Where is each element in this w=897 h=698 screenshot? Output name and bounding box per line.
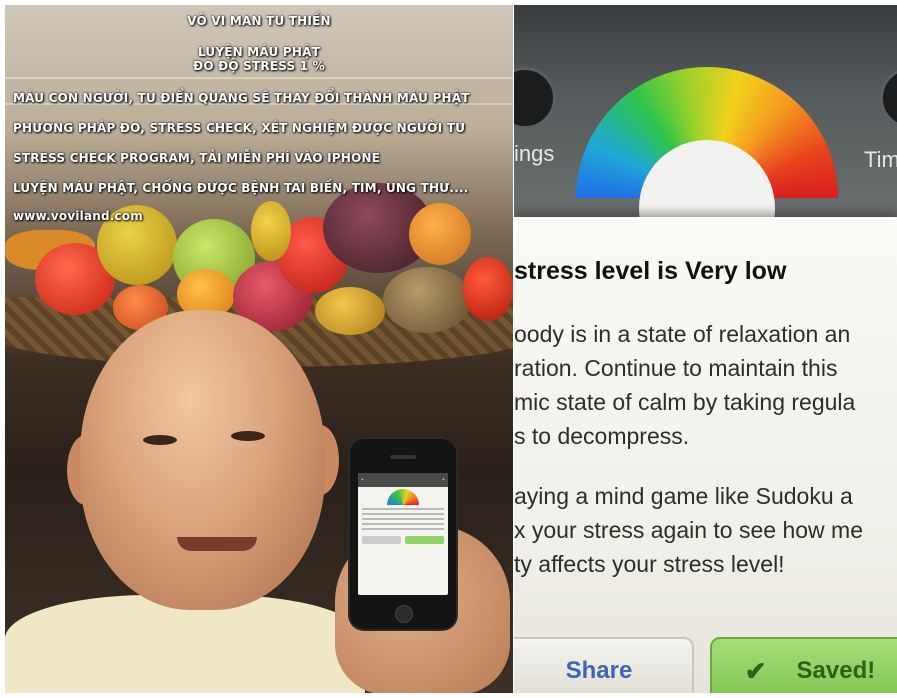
phone-app-bar: • • xyxy=(358,473,448,487)
smartphone: • • xyxy=(350,439,456,629)
settings-label: ings xyxy=(514,141,555,166)
result-title: stress level is Very low xyxy=(514,257,787,285)
result-text-line: ty affects your stress level! xyxy=(514,551,785,577)
right-photo: ings Tim 1% stress level is Very low ood… xyxy=(514,5,897,693)
result-text-line: mic state of calm by taking regula xyxy=(514,389,856,415)
head xyxy=(80,310,325,610)
share-button[interactable]: Share xyxy=(514,637,694,693)
stress-gauge: 1% xyxy=(576,67,838,217)
settings-button[interactable] xyxy=(514,67,556,129)
caption-line: STRESS CHECK PROGRAM, TẢI MIỄN PHÍ VÀO I… xyxy=(13,151,381,165)
timer-label: Tim xyxy=(864,147,897,172)
eye xyxy=(143,435,177,445)
fruit xyxy=(409,203,471,265)
phone-text-line xyxy=(362,508,444,510)
saved-button-label: Saved! xyxy=(796,657,876,684)
fruit xyxy=(463,257,513,321)
result-text-line: aying a mind game like Sudoku a xyxy=(514,483,853,509)
phone-text-line xyxy=(362,518,444,520)
result-text-line: x your stress again to see how me xyxy=(514,517,863,543)
fruit xyxy=(383,267,471,333)
fruit xyxy=(251,201,291,261)
check-icon: ✔ xyxy=(744,655,767,686)
mouth xyxy=(177,537,257,551)
phone-text-line xyxy=(362,513,444,515)
caption-line: LUYỆN MÁU PHẬT, CHỐNG ĐƯỢC BỆNH TAI BIẾN… xyxy=(13,181,469,195)
caption-title: VÔ VI MAN TU THIỀN xyxy=(187,14,331,28)
share-button-label: Share xyxy=(565,657,633,684)
caption-stress: ĐO ĐỘ STRESS 1 % xyxy=(193,59,325,73)
caption-line: PHƯƠNG PHÁP ĐO, STRESS CHECK, XÉT NGHIỆM… xyxy=(13,121,466,135)
eye xyxy=(231,431,265,441)
result-text-line: oody is in a state of relaxation an xyxy=(514,321,851,347)
phone-screen: • • xyxy=(358,473,448,595)
timer-button[interactable] xyxy=(880,67,897,129)
caption-website: www.voviland.com xyxy=(13,209,144,223)
fruit xyxy=(315,287,385,335)
left-photo: • • VÔ VI MAN TU THIỀN LUYỆN MÁU PHẬT ĐO … xyxy=(5,5,513,693)
result-text-line: ration. Continue to maintain this xyxy=(514,355,838,381)
caption-subtitle: LUYỆN MÁU PHẬT xyxy=(198,45,320,59)
saved-button[interactable]: ✔ Saved! xyxy=(710,637,897,693)
phone-text-line xyxy=(362,523,444,525)
result-text-line: s to decompress. xyxy=(514,423,690,449)
phone-buttons xyxy=(362,536,444,544)
phone-home-button xyxy=(395,605,413,623)
phone-text-line xyxy=(362,528,444,530)
phone-gauge xyxy=(387,489,419,505)
caption-line: MÁU CON NGƯỜI, TU ĐIỂN QUANG SẼ THAY ĐỔI… xyxy=(13,91,470,105)
wall-molding xyxy=(5,77,513,79)
result-card: stress level is Very low oody is in a st… xyxy=(514,217,897,693)
app-header: ings Tim 1% xyxy=(514,5,897,225)
phone-speaker xyxy=(390,455,416,459)
